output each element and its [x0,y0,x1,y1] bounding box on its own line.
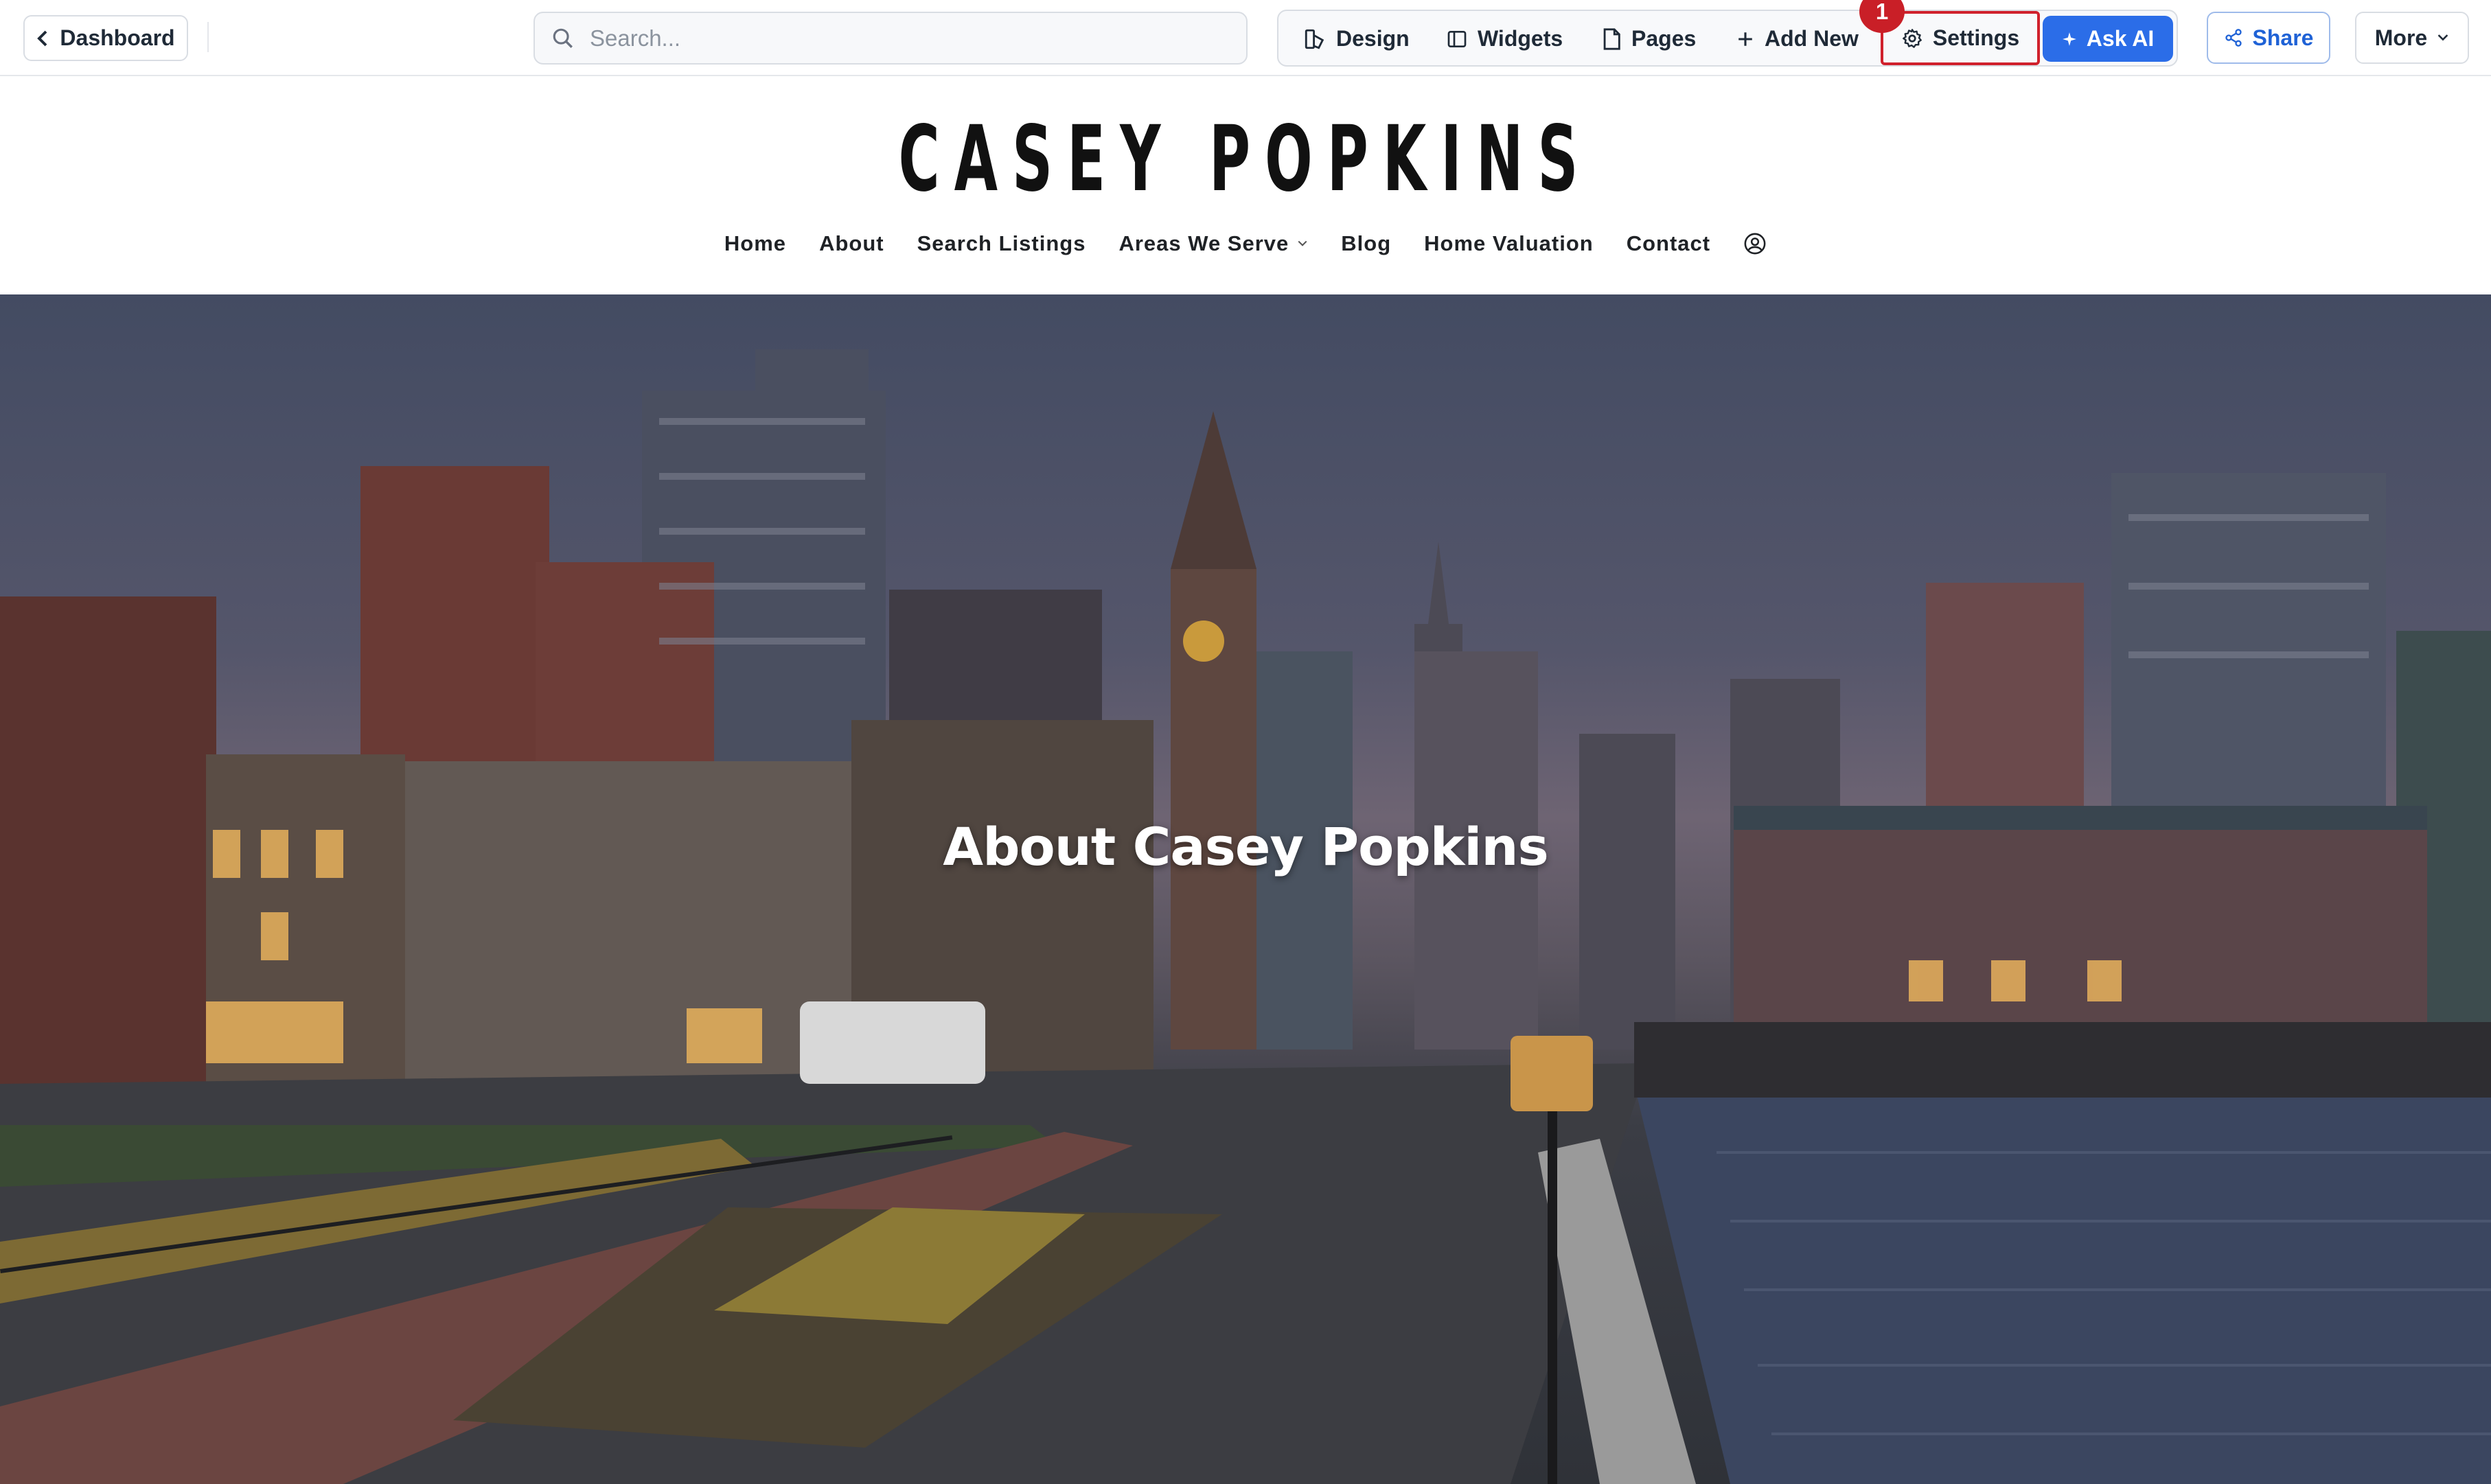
search-icon [553,28,573,48]
sparkle-icon [2062,32,2076,46]
share-icon [2225,29,2242,47]
chevron-down-icon [2437,34,2448,41]
page-icon [1603,27,1620,50]
dashboard-label: Dashboard [60,25,175,50]
more-label: More [2374,25,2428,50]
share-button[interactable]: Share [2207,12,2330,64]
design-button[interactable]: Design [1303,19,1410,58]
site-navigation: Home About Search Listings Areas We Serv… [0,231,2491,256]
share-label: Share [2252,25,2314,50]
user-icon [1744,233,1766,255]
design-label: Design [1336,26,1410,51]
user-account-link[interactable] [1743,232,1767,255]
add-new-label: Add New [1765,26,1859,51]
editor-toolbar: Dashboard Design Widgets Pages Add New S… [0,0,2491,76]
toolbar-divider [207,22,209,52]
widgets-icon [1447,30,1467,47]
nav-home[interactable]: Home [724,231,786,256]
pages-button[interactable]: Pages [1601,19,1696,58]
pages-label: Pages [1631,26,1697,51]
site-header: CASEY POPKINS Home About Search Listings… [0,76,2491,294]
widgets-label: Widgets [1478,26,1563,51]
settings-button[interactable]: Settings [1881,11,2040,65]
nav-areas-we-serve[interactable]: Areas We Serve [1118,231,1308,256]
nav-home-valuation[interactable]: Home Valuation [1424,231,1594,256]
editor-actions-group: Design Widgets Pages Add New Settings As… [1277,10,2178,67]
ask-ai-button[interactable]: Ask AI [2043,16,2173,62]
gear-icon [1903,28,1922,48]
chevron-down-icon [1298,240,1307,246]
search-box[interactable] [533,12,1248,65]
hero-title: About Casey Popkins [943,816,1548,877]
site-logo[interactable]: CASEY POPKINS [473,106,2017,212]
nav-blog[interactable]: Blog [1341,231,1391,256]
settings-label: Settings [1932,25,2020,50]
nav-areas-label: Areas We Serve [1118,231,1289,255]
search-input[interactable] [590,25,1208,51]
hero-cityscape-image [0,349,2491,1484]
add-new-button[interactable]: Add New [1736,19,1859,58]
chevron-left-icon [37,30,47,46]
nav-search-listings[interactable]: Search Listings [917,231,1086,256]
widgets-button[interactable]: Widgets [1446,19,1563,58]
design-icon [1305,29,1324,49]
more-button[interactable]: More [2355,12,2469,64]
plus-icon [1738,32,1752,46]
ask-ai-label: Ask AI [2086,26,2155,51]
nav-about[interactable]: About [819,231,884,256]
nav-contact[interactable]: Contact [1627,231,1710,256]
dashboard-button[interactable]: Dashboard [23,15,188,61]
hero-banner: About Casey Popkins [0,294,2491,1484]
